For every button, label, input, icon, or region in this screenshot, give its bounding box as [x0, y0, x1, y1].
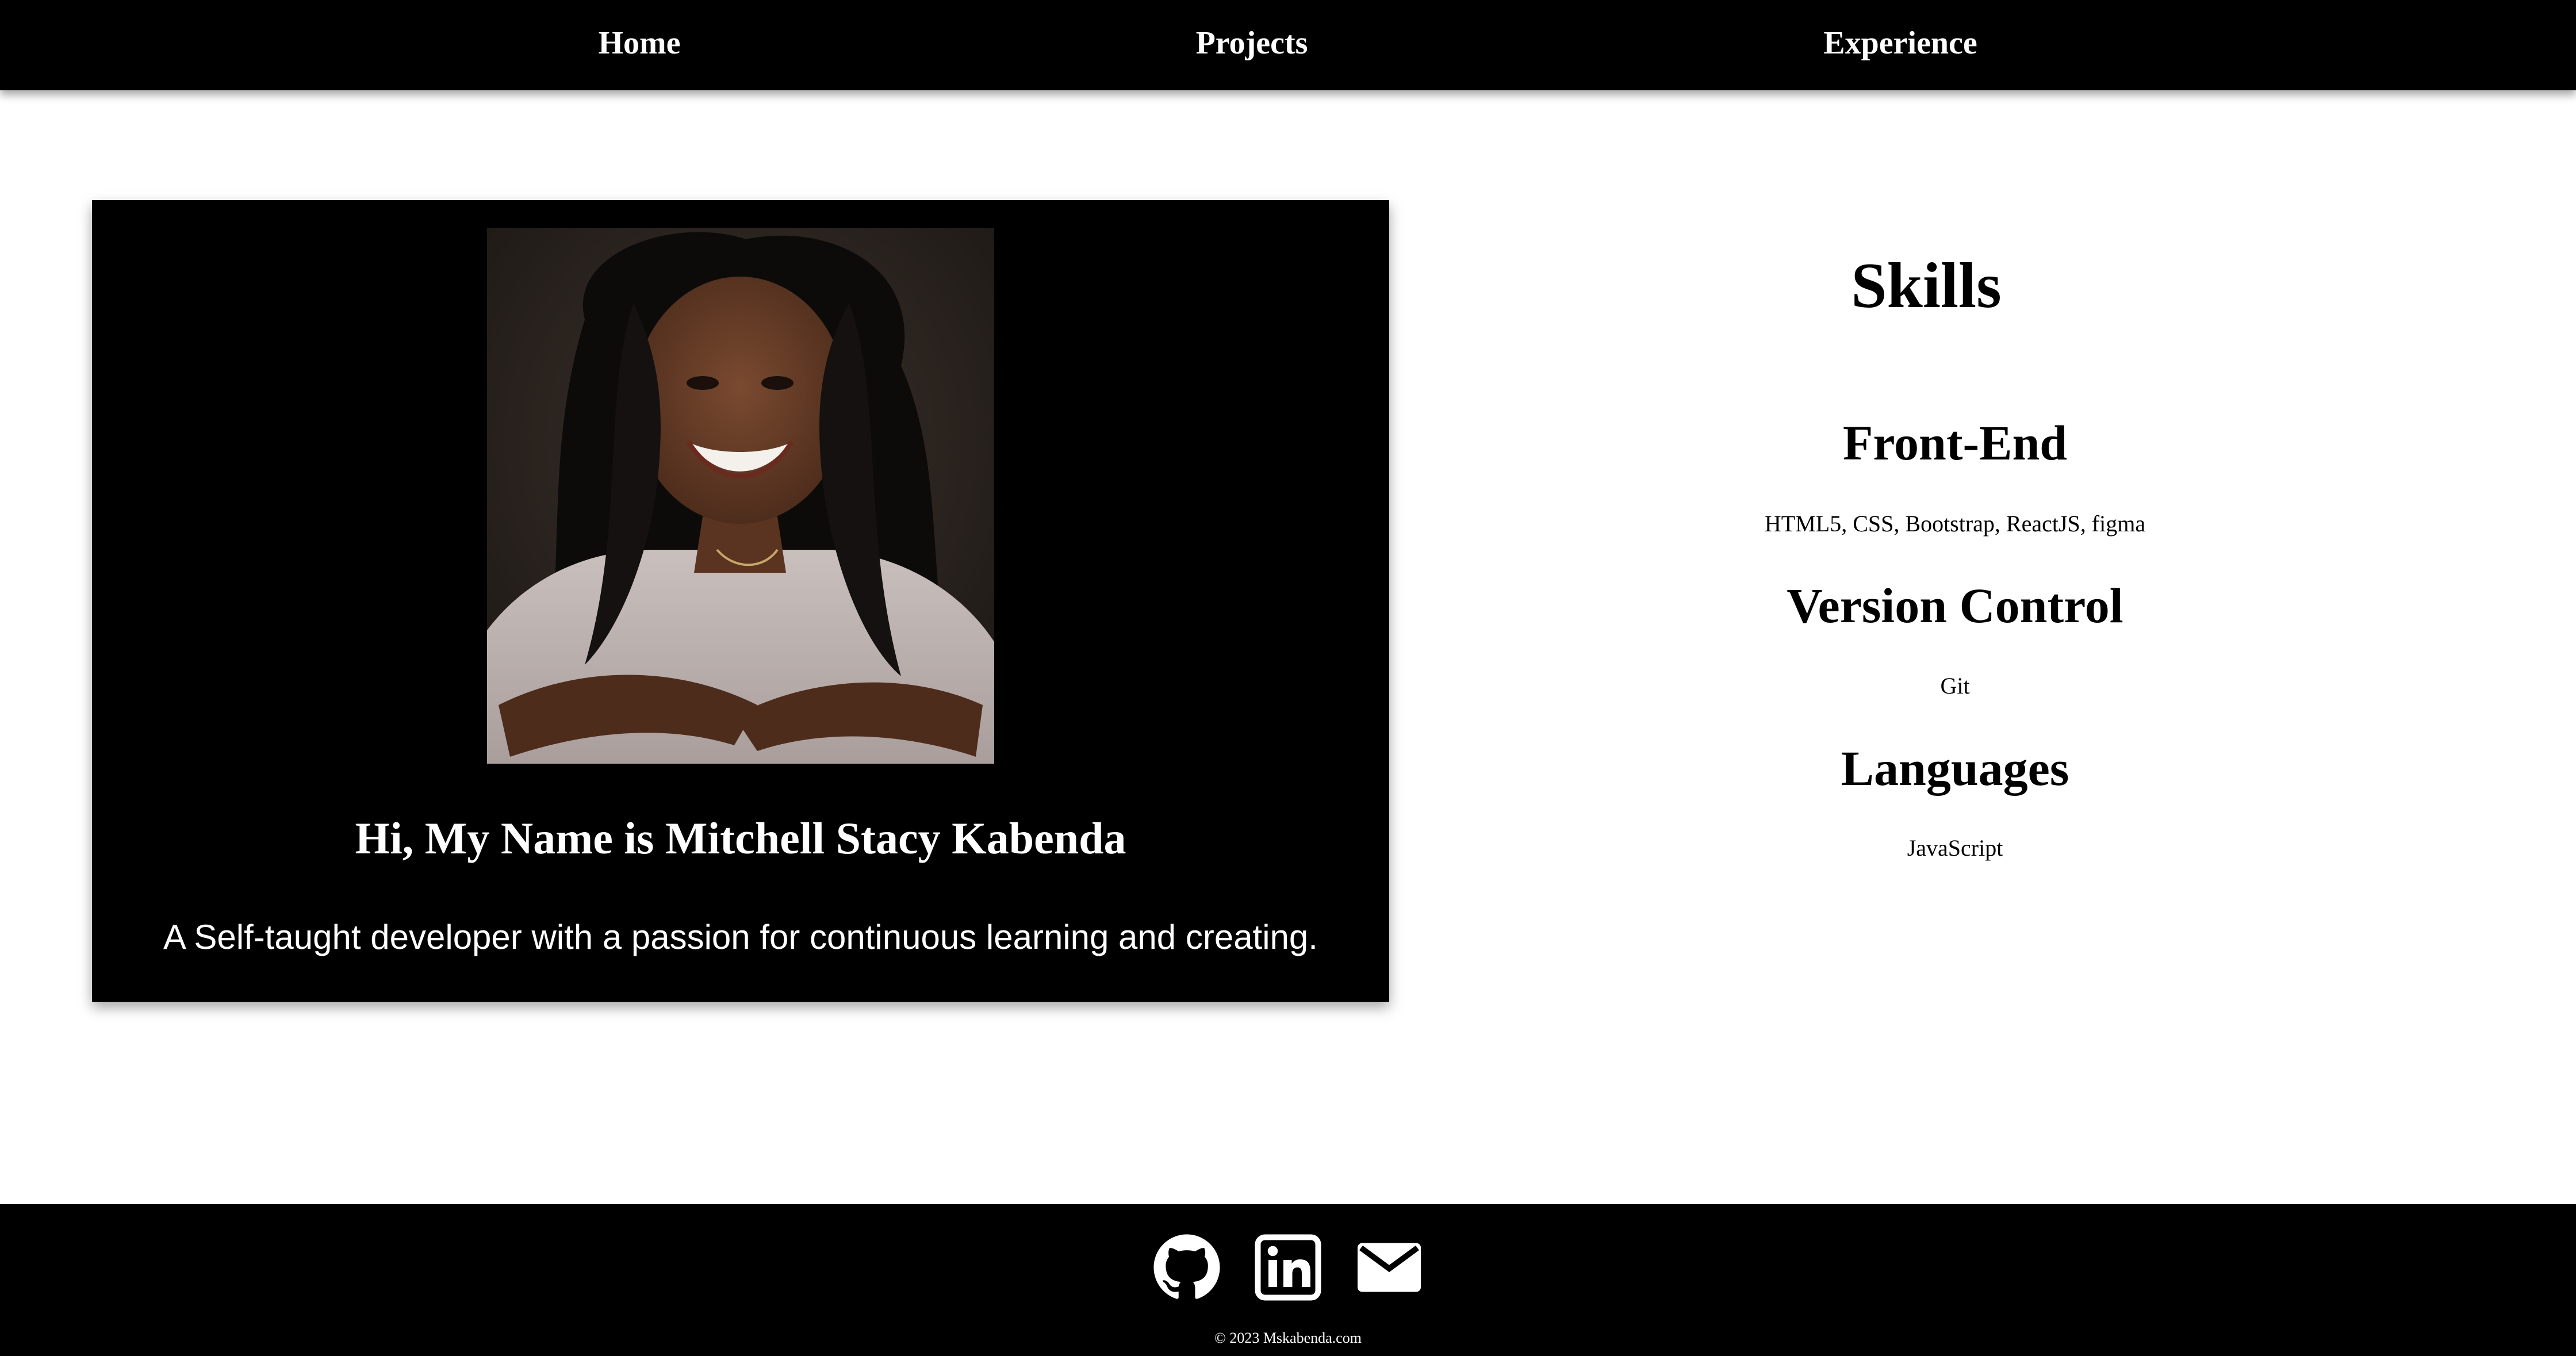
nav-link-experience[interactable]: Experience — [1823, 0, 1977, 86]
github-link[interactable] — [1152, 1233, 1221, 1302]
linkedin-link[interactable] — [1254, 1233, 1322, 1302]
intro-tagline: A Self-taught developer with a passion f… — [163, 918, 1318, 956]
email-link[interactable] — [1355, 1233, 1424, 1302]
mail-icon — [1358, 1243, 1421, 1292]
nav-link-home[interactable]: Home — [598, 0, 680, 86]
github-icon — [1153, 1234, 1220, 1299]
skills-title: Skills — [1851, 250, 2002, 321]
top-navbar: Home Projects Experience — [0, 0, 2576, 90]
linkedin-icon — [1255, 1234, 1321, 1301]
nav-link-projects[interactable]: Projects — [1196, 0, 1308, 86]
skill-group-heading-version-control: Version Control — [1787, 578, 2123, 633]
profile-photo-illustration — [487, 228, 994, 764]
skills-section: Skills Front-End HTML5, CSS, Bootstrap, … — [1667, 230, 2242, 920]
intro-heading: Hi, My Name is Mitchell Stacy Kabenda — [355, 813, 1126, 863]
skill-group-heading-front-end: Front-End — [1842, 415, 2068, 470]
skill-group-items-version-control: Git — [1940, 673, 1970, 699]
page-footer: © 2023 Mskabenda.com — [0, 1204, 2576, 1356]
skill-group-items-front-end: HTML5, CSS, Bootstrap, ReactJS, figma — [1764, 511, 2146, 537]
intro-card: Hi, My Name is Mitchell Stacy Kabenda A … — [92, 200, 1389, 1002]
copyright-text: © 2023 Mskabenda.com — [1214, 1330, 1362, 1346]
skill-group-heading-languages: Languages — [1841, 741, 2069, 796]
skill-group-items-languages: JavaScript — [1907, 835, 2003, 861]
profile-photo — [487, 228, 994, 764]
